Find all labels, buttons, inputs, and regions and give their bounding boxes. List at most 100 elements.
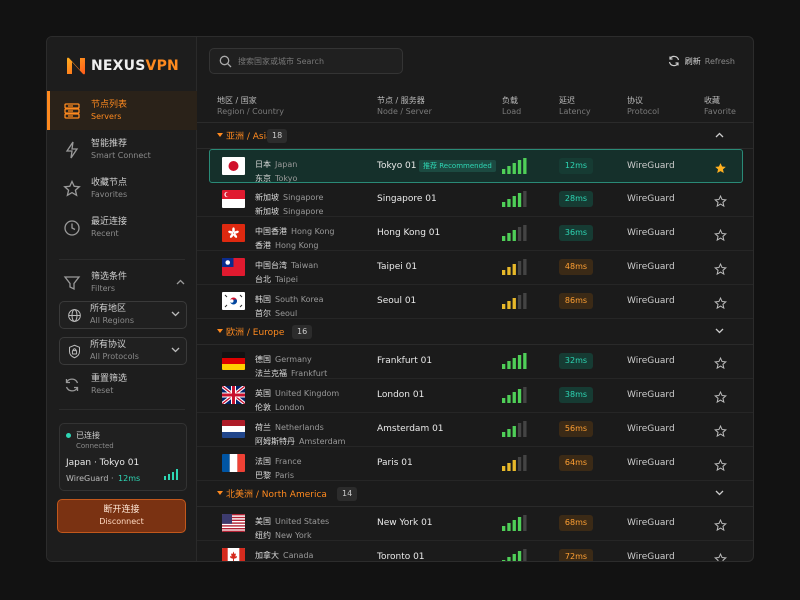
nav-label-zh: 节点列表 [91,99,128,110]
node-name: Paris 01 [377,458,413,468]
city-en: Singapore [283,207,324,216]
globe-icon [68,308,81,322]
server-row[interactable]: 美国 United States 纽约 New York New York 01 68ms… [197,507,753,541]
flag-fr-icon [222,454,245,472]
favorite-star-icon[interactable] [714,295,727,314]
filters-label-en: Filters [91,284,115,293]
server-location: 中国台湾 Taiwan 台北 Taipei [255,257,318,285]
sidebar: NEXUSVPN 节点列表 Servers 智能推荐 Smart Connect 收… [47,37,197,561]
load-indicator [502,421,528,441]
chevron-down-icon [171,311,180,317]
chevron-down-icon[interactable] [715,328,724,334]
column-header-protocol[interactable]: 协议 Protocol [627,95,659,117]
favorite-star-icon[interactable] [714,551,727,561]
favorite-star-icon[interactable] [714,517,727,536]
nav-item-smart-connect[interactable]: 智能推荐 Smart Connect [47,130,197,169]
favorite-star-icon[interactable] [714,193,727,212]
server-row[interactable]: 加拿大Canada多伦多TorontoToronto 0172msWireGua… [197,541,753,562]
column-header-load[interactable]: 负载 Load [502,95,521,117]
node-name: Amsterdam 01 [377,424,444,434]
country-en: France [275,457,302,466]
chevron-up-icon[interactable] [715,132,724,138]
connected-location: Japan · Tokyo 01 [66,458,140,468]
load-indicator [502,191,528,211]
region-filter-select[interactable]: 所有地区 All Regions [59,301,187,329]
city-zh: 香港 [255,241,271,250]
sidebar-divider [59,409,185,410]
favorite-star-icon[interactable] [714,227,727,246]
logo: NEXUSVPN [65,55,179,77]
node-name: Frankfurt 01 [377,356,433,366]
status-zh: 已连接 [76,431,100,440]
chevron-down-icon[interactable] [715,490,724,496]
country-zh: 韩国 [255,295,271,304]
city-zh: 巴黎 [255,471,271,480]
region-filter-zh: 所有地区 [90,304,127,314]
protocol-label: WireGuard [627,390,675,400]
refresh-en: Refresh [704,56,735,66]
reset-icon [65,378,79,392]
protocol-label: WireGuard [627,552,675,562]
protocol-label: WireGuard [627,518,675,528]
funnel-icon [63,276,81,291]
server-row[interactable]: 德国 Germany 法兰克福 Frankfurt Frankfurt 01 32ms Wi… [197,345,753,379]
latency-badge: 72ms [559,549,593,561]
column-header-latency[interactable]: 延迟 Latency [559,95,591,117]
region-group-header[interactable]: 欧洲 / Europe 16 [197,319,753,345]
city-zh: 台北 [255,275,271,284]
filters-toggle[interactable]: 筛选条件 Filters [63,271,185,295]
server-row[interactable]: 英国 United Kingdom 伦敦 London London 01 38ms Wir… [197,379,753,413]
server-row[interactable]: 新加坡 Singapore 新加坡 Singapore Singapore 01 28ms… [197,183,753,217]
load-indicator [502,387,528,407]
search-input[interactable]: 搜索国家或城市 Search [209,48,403,74]
city-en: Taipei [275,275,298,284]
server-row[interactable]: 法国 France 巴黎 Paris Paris 01 64ms WireGuard [197,447,753,481]
load-indicator [502,293,528,313]
region-group-header[interactable]: 亚洲 / Asia 18 [197,123,753,149]
protocol-label: WireGuard [627,262,675,272]
country-en: Germany [275,355,312,364]
favorite-star-icon[interactable] [714,355,727,374]
nav-item-servers[interactable]: 节点列表 Servers [47,91,197,130]
server-row[interactable]: 中国台湾 Taiwan 台北 Taipei Taipei 01 48ms WireGuard [197,251,753,285]
server-location: 德国 Germany 法兰克福 Frankfurt [255,351,327,379]
reset-label-en: Reset [91,386,114,395]
region-count-badge: 16 [292,325,313,339]
city-zh: 东京 [255,174,271,183]
caret-icon [217,491,223,495]
country-en: Canada [283,551,314,560]
server-row[interactable]: 中国香港 Hong Kong 香港 Hong Kong Hong Kong 01 36ms… [197,217,753,251]
protocol-filter-select[interactable]: 所有协议 All Protocols [59,337,187,365]
latency-badge: 48ms [559,259,593,275]
column-header-region[interactable]: 地区 / 国家 Region / Country [217,95,284,117]
latency-badge: 12ms [559,158,593,174]
brand-name: NEXUSVPN [91,58,179,74]
nav-item-recent[interactable]: 最近连接 Recent [47,208,197,247]
server-row[interactable]: 日本 Japan 东京 Tokyo Tokyo 01 推荐 Recommended 12ms… [209,149,743,183]
column-header-node[interactable]: 节点 / 服务器 Node / Server [377,95,432,117]
disconnect-button[interactable]: 断开连接 Disconnect [57,499,186,533]
favorite-star-icon[interactable] [714,261,727,280]
favorite-star-icon[interactable] [714,423,727,442]
region-count-badge: 18 [267,129,288,143]
favorite-star-icon[interactable] [714,389,727,408]
search-icon [219,55,232,67]
favorite-star-icon[interactable] [714,457,727,476]
favorite-star-icon[interactable] [714,160,727,179]
clock-icon [64,219,80,236]
server-location: 美国 United States 纽约 New York [255,513,329,541]
region-group-header[interactable]: 北美洲 / North America 14 [197,481,753,507]
refresh-button[interactable]: 刷新 Refresh [668,55,735,67]
column-header-favorite[interactable]: 收藏 Favorite [704,95,736,117]
load-indicator [502,549,528,561]
protocol-label: WireGuard [627,161,675,171]
country-zh: 中国香港 [255,227,287,236]
server-row[interactable]: 荷兰 Netherlands 阿姆斯特丹 Amsterdam Amsterdam 01 5… [197,413,753,447]
server-row[interactable]: 韩国 South Korea 首尔 Seoul Seoul 01 86ms WireGuar… [197,285,753,319]
city-zh: 纽约 [255,531,271,540]
city-en: Frankfurt [291,369,328,378]
node-name: Taipei 01 [377,262,418,272]
nav-item-favorites[interactable]: 收藏节点 Favorites [47,169,197,208]
status-dot [66,433,71,438]
reset-filters-button[interactable]: 重置筛选 Reset [63,373,127,397]
